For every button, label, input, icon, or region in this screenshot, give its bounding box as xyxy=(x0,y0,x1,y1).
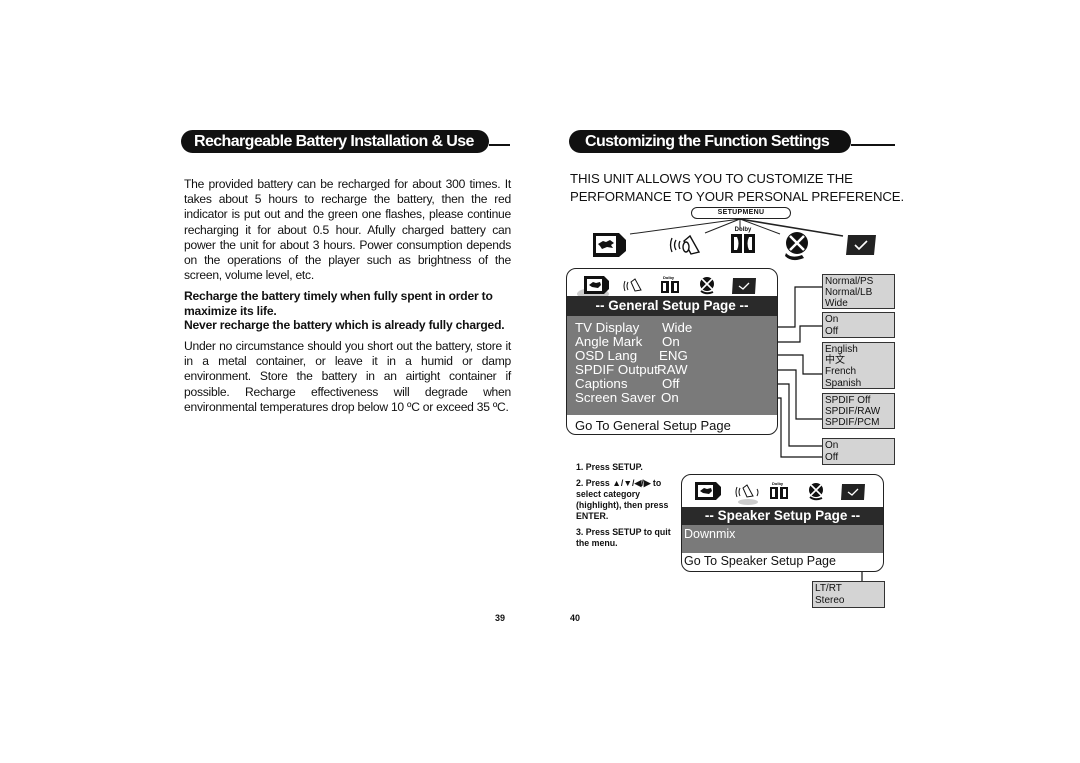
speaker-menu-body: Downmix xyxy=(682,525,883,553)
option-item[interactable]: LT/RT xyxy=(815,583,884,595)
setupmenu-label: SETUPMENU xyxy=(691,207,791,219)
menu-row-screen-saver[interactable]: Screen Saver xyxy=(575,390,656,405)
menu-row-angle-mark[interactable]: Angle Mark xyxy=(575,334,642,349)
option-box-captions: On Off xyxy=(822,438,895,465)
menu-value-osd-lang[interactable]: ENG xyxy=(659,348,688,363)
option-item[interactable]: Stereo xyxy=(815,595,884,607)
option-item[interactable]: English xyxy=(825,344,894,355)
battery-warning-2: Never recharge the battery which is alre… xyxy=(184,318,505,332)
battery-warning-1: Recharge the battery timely when fully s… xyxy=(184,289,493,318)
general-setup-menu: Dolby -- General Setup Page -- TV Displa… xyxy=(566,268,778,435)
menu-row-spdif-output[interactable]: SPDIF Output xyxy=(575,362,658,377)
option-item[interactable]: SPDIF Off xyxy=(825,395,894,406)
option-item[interactable]: SPDIF/RAW xyxy=(825,406,894,417)
dolby-icon[interactable]: Dolby xyxy=(731,227,755,257)
page-number-right: 40 xyxy=(570,613,581,623)
intro-line-1: THIS UNIT ALLOWS YOU TO CUSTOMIZE THE xyxy=(570,171,853,186)
paragraph-text: The provided battery can be recharged fo… xyxy=(184,177,511,283)
option-item[interactable]: Normal/LB xyxy=(825,287,894,298)
step-1: 1. Press SETUP. xyxy=(576,462,643,472)
tv-display-icon[interactable] xyxy=(592,232,628,258)
right-section-heading: Customizing the Function Settings xyxy=(569,130,851,153)
menu-row-osd-lang[interactable]: OSD Lang xyxy=(575,348,637,363)
menu-row-captions[interactable]: Captions xyxy=(575,376,627,391)
paragraph-text: Under no circumstance should you short o… xyxy=(184,339,511,414)
dolby-label: Dolby xyxy=(734,227,752,233)
speaker-setup-menu: Dolby -- Speaker Setup Page -- Downmix G… xyxy=(681,474,884,572)
diagram-lines xyxy=(629,218,863,581)
option-item[interactable]: Off xyxy=(825,452,894,464)
row-label: Angle Mark xyxy=(575,334,643,349)
svg-text:Dolby: Dolby xyxy=(772,481,784,486)
menu-row-downmix[interactable]: Downmix xyxy=(684,527,735,541)
general-menu-title: -- General Setup Page -- xyxy=(567,296,777,316)
menu-value-angle-mark[interactable]: On xyxy=(662,334,680,349)
option-item[interactable]: French xyxy=(825,366,894,377)
option-box-osd-lang: English 中文 French Spanish xyxy=(822,342,895,389)
page-number-left: 39 xyxy=(495,613,506,623)
battery-paragraph-2: Under no circumstance should you short o… xyxy=(184,339,511,415)
option-item[interactable]: On xyxy=(825,314,894,326)
option-item[interactable]: On xyxy=(825,440,894,452)
row-label: TV Display xyxy=(575,320,640,335)
heading-rule xyxy=(851,144,895,146)
option-box-tv-display: Normal/PS Normal/LB Wide xyxy=(822,274,895,309)
instruction-steps: 1. Press SETUP. 2. Press ▲/▼/◀/▶ to sele… xyxy=(576,462,676,554)
option-box-spdif-output: SPDIF Off SPDIF/RAW SPDIF/PCM xyxy=(822,393,895,429)
option-box-angle-mark: On Off xyxy=(822,312,895,338)
general-menu-body: TV Display Wide Angle Mark On OSD Lang E… xyxy=(567,316,777,415)
option-item[interactable]: SPDIF/PCM xyxy=(825,417,894,428)
intro-line-2: PERFORMANCE TO YOUR PERSONAL PREFERENCE. xyxy=(570,189,905,204)
menu-row-tv-display[interactable]: TV Display xyxy=(575,320,639,335)
checkmark-icon[interactable] xyxy=(845,234,877,256)
general-menu-footer[interactable]: Go To General Setup Page xyxy=(575,418,731,433)
speaker-icon[interactable] xyxy=(669,232,703,258)
menu-value-spdif-output[interactable]: RAW xyxy=(657,362,688,377)
speaker-menu-footer[interactable]: Go To Speaker Setup Page xyxy=(684,554,836,568)
menu-value-tv-display[interactable]: Wide xyxy=(662,320,692,335)
svg-text:Dolby: Dolby xyxy=(663,275,675,280)
row-label: Captions xyxy=(575,376,628,391)
option-item[interactable]: 中文 xyxy=(825,355,894,366)
row-label: SPDIF Output xyxy=(575,362,658,377)
menu-value-captions[interactable]: Off xyxy=(662,376,680,391)
option-item[interactable]: Off xyxy=(825,326,894,338)
intro-text: THIS UNIT ALLOWS YOU TO CUSTOMIZE THE PE… xyxy=(570,170,904,206)
speaker-menu-title: -- Speaker Setup Page -- xyxy=(682,507,883,525)
option-item[interactable]: Wide xyxy=(825,298,894,309)
step-3: 3. Press SETUP to quit the menu. xyxy=(576,526,671,548)
option-box-downmix: LT/RT Stereo xyxy=(812,581,885,608)
row-label: OSD Lang xyxy=(575,348,638,363)
option-item[interactable]: Normal/PS xyxy=(825,276,894,287)
menu-category-icons: Dolby xyxy=(695,481,865,505)
option-item[interactable]: Spanish xyxy=(825,378,894,389)
left-section-heading: Rechargeable Battery Installation & Use xyxy=(181,130,489,153)
step-2: 2. Press ▲/▼/◀/▶ to select category (hig… xyxy=(576,478,669,521)
heading-rule xyxy=(489,144,510,146)
row-label: Screen Saver xyxy=(575,390,656,405)
video-reel-icon[interactable] xyxy=(782,231,812,263)
menu-value-screen-saver[interactable]: On xyxy=(661,390,679,405)
battery-paragraph-1: The provided battery can be recharged fo… xyxy=(184,177,511,283)
